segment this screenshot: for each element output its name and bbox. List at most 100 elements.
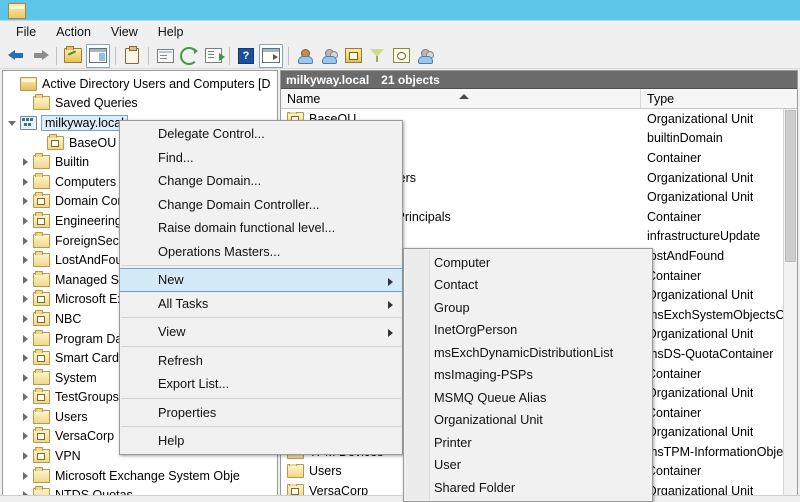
expand-collapse-closed-icon[interactable] [20,430,32,442]
console-folder-icon [8,2,26,19]
console-tree-icon [89,48,107,63]
filter-button[interactable] [366,45,388,67]
submenu-item[interactable]: msImaging-PSPs [404,364,652,387]
tree-item[interactable]: Microsoft Exchange System Obje [3,466,277,486]
submenu-item[interactable]: Contact [404,274,652,297]
cell-type: Organizational Unit [647,111,754,126]
list-object-count: 21 objects [381,72,440,87]
show-hide-console-tree-button[interactable] [86,43,110,68]
folder-icon [33,172,50,189]
find-button[interactable] [390,45,412,67]
saved-query-button[interactable] [414,45,436,67]
context-menu-item[interactable]: Find... [120,146,402,170]
expand-collapse-closed-icon[interactable] [20,254,32,266]
tree-item-label: Engineering [55,213,122,228]
submenu-item[interactable]: Computer [404,251,652,274]
context-menu-item[interactable]: View [120,320,402,344]
cell-type: builtinDomain [647,131,723,146]
context-menu-item[interactable]: Raise domain functional level... [120,216,402,240]
scrollbar-thumb[interactable] [785,110,796,262]
folder-icon [33,368,50,385]
submenu-item[interactable]: Printer [404,431,652,454]
cell-type: lostAndFound [647,248,725,263]
column-header-name[interactable]: Name [281,89,641,108]
submenu-item[interactable]: Group [404,296,652,319]
refresh-button[interactable] [178,45,200,67]
context-menu-item[interactable]: Change Domain Controller... [120,193,402,217]
submenu-item[interactable]: Shared Folder [404,476,652,499]
context-menu-item-label: Export List... [158,376,230,392]
expand-collapse-closed-icon[interactable] [20,372,32,384]
expand-collapse-closed-icon[interactable] [20,411,32,423]
menu-view[interactable]: View [101,23,148,41]
submenu-item[interactable]: msExchDynamicDistributionList [404,341,652,364]
cell-type: Organizational Unit [647,190,754,205]
toolbar-separator [56,46,57,65]
expand-collapse-closed-icon[interactable] [20,274,32,286]
menu-file[interactable]: File [6,23,46,41]
expand-collapse-open-icon[interactable] [7,117,19,129]
toolbar-separator [288,46,289,65]
expand-collapse-closed-icon[interactable] [20,391,32,403]
expand-collapse-closed-icon[interactable] [20,215,32,227]
context-menu-item[interactable]: All Tasks [120,292,402,316]
submenu-arrow-icon [388,300,393,309]
expand-collapse-closed-icon[interactable] [20,313,32,325]
cell-type: msExchSystemObjectsCo [647,307,792,322]
expand-collapse-closed-icon[interactable] [20,470,32,482]
forward-arrow-icon [32,50,49,61]
expand-collapse-closed-icon[interactable] [20,293,32,305]
context-menu-item[interactable]: New [120,268,402,292]
up-one-level-button[interactable] [62,45,84,67]
new-submenu[interactable]: Computer Contact Group InetOrgPerson msExchD… [403,248,653,502]
submenu-item[interactable]: InetOrgPerson [404,319,652,342]
tree-item[interactable]: Saved Queries [3,94,277,114]
forward-button[interactable] [29,45,51,67]
context-menu-item[interactable]: Export List... [120,372,402,396]
menu-help[interactable]: Help [148,23,194,41]
menu-action[interactable]: Action [46,23,101,41]
expand-collapse-closed-icon[interactable] [20,195,32,207]
cell-type: Organizational Unit [647,386,754,401]
help-button[interactable]: ? [235,45,257,67]
new-user-button[interactable] [294,45,316,67]
ou-icon [33,447,50,464]
ou-icon [33,192,50,209]
column-header-type[interactable]: Type [641,92,674,106]
tree-item-label: Microsoft Exchange System Obje [55,468,240,483]
context-menu-item[interactable]: Delegate Control... [120,122,402,146]
details-scrollbar[interactable] [783,109,797,497]
find-box-icon [392,48,410,63]
new-group-button[interactable] [318,45,340,67]
back-button[interactable] [5,45,27,67]
submenu-item[interactable]: User [404,454,652,477]
context-menu-item[interactable]: Help [120,429,402,453]
show-hide-action-pane-button[interactable] [259,43,283,68]
submenu-item[interactable]: MSMQ Queue Alias [404,386,652,409]
export-list-icon [204,48,225,63]
expand-collapse-closed-icon[interactable] [20,333,32,345]
new-user-icon [297,48,313,64]
sort-ascending-icon [459,94,469,99]
filter-funnel-icon [370,49,384,62]
properties-button[interactable] [121,45,143,67]
manage-button[interactable] [154,45,176,67]
cell-type: infrastructureUpdate [647,229,761,244]
cell-type: Organizational Unit [647,288,754,303]
domain-context-menu[interactable]: Delegate Control... Find... Change Domain.… [119,120,403,455]
context-menu-item[interactable]: Operations Masters... [120,240,402,264]
new-ou-button[interactable] [342,45,364,67]
submenu-item[interactable]: Organizational Unit [404,409,652,432]
tree-item-label: Active Directory Users and Computers [D [42,76,271,91]
export-list-button[interactable] [202,45,225,67]
tree-item[interactable]: Active Directory Users and Computers [D [3,74,277,94]
context-menu-item[interactable]: Change Domain... [120,169,402,193]
context-menu-item[interactable]: Properties [120,401,402,425]
expand-collapse-closed-icon[interactable] [20,176,32,188]
context-menu-item[interactable]: Refresh [120,349,402,373]
expand-collapse-closed-icon[interactable] [20,352,32,364]
expand-collapse-closed-icon[interactable] [20,450,32,462]
expand-collapse-closed-icon[interactable] [20,156,32,168]
expand-collapse-closed-icon[interactable] [20,235,32,247]
